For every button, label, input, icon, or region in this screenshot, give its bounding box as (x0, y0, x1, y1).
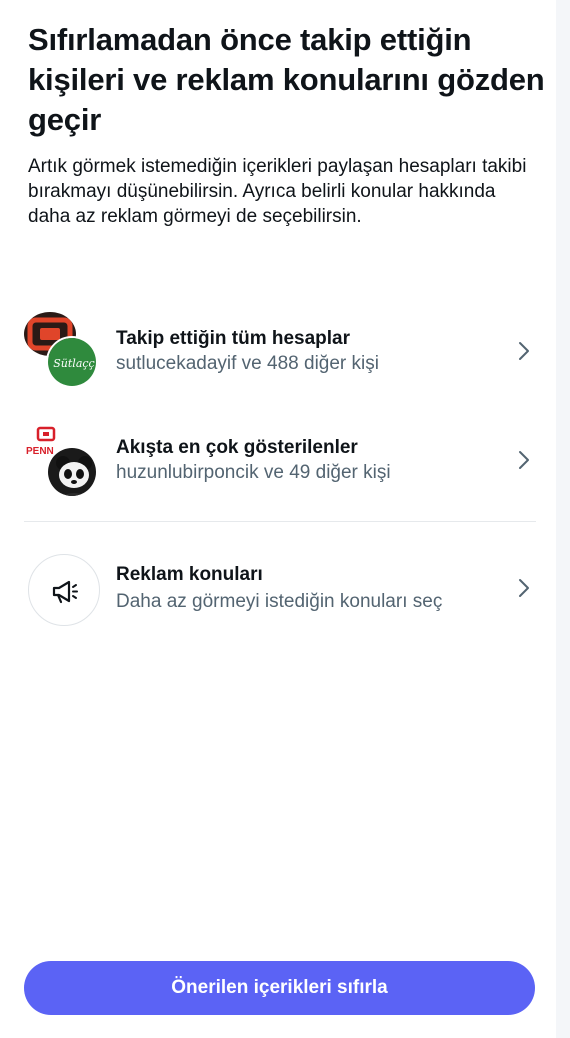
page-description: Artık görmek istemediğin içerikleri payl… (28, 156, 527, 227)
row-sublabel: sutlucekadayif ve 488 diğer kişi (116, 353, 379, 374)
row-sublabel: huzunlubirponcik ve 49 diğer kişi (116, 462, 391, 483)
megaphone-icon (52, 580, 78, 604)
reset-recommendations-button[interactable]: Önerilen içerikleri sıfırla (24, 961, 535, 1015)
ad-topics-avatar (28, 554, 100, 626)
chevron-right-icon (519, 451, 529, 469)
panda-avatar-icon (46, 446, 98, 498)
row-label: Takip ettiğin tüm hesaplar (116, 328, 351, 349)
avatar-stack: PENN (22, 420, 102, 500)
most-shown-row[interactable]: PENN Akışta en çok gösterilenler huzunlu… (22, 420, 542, 500)
sutlace-logo-icon: Sütlaçç (46, 336, 98, 388)
penn-logo-text: PENN (26, 446, 54, 457)
avatar-stack: Sütlaçç (22, 310, 102, 390)
sutlace-logo-text: Sütlaçç (53, 357, 94, 370)
row-label: Akışta en çok gösterilenler (116, 437, 358, 458)
ad-topics-row[interactable]: Reklam konuları Daha az görmeyi istediği… (22, 548, 542, 628)
page-title: Sıfırlamadan önce takip ettiğin kişileri… (28, 22, 545, 137)
scroll-edge (556, 0, 570, 1038)
chevron-right-icon (519, 342, 529, 360)
followed-accounts-row[interactable]: Sütlaçç Takip ettiğin tüm hesaplar sutlu… (22, 310, 542, 390)
row-label: Reklam konuları (116, 564, 263, 585)
row-sublabel: Daha az görmeyi istediğin konuları seç (116, 591, 443, 612)
divider (24, 521, 536, 522)
chevron-right-icon (519, 579, 529, 597)
